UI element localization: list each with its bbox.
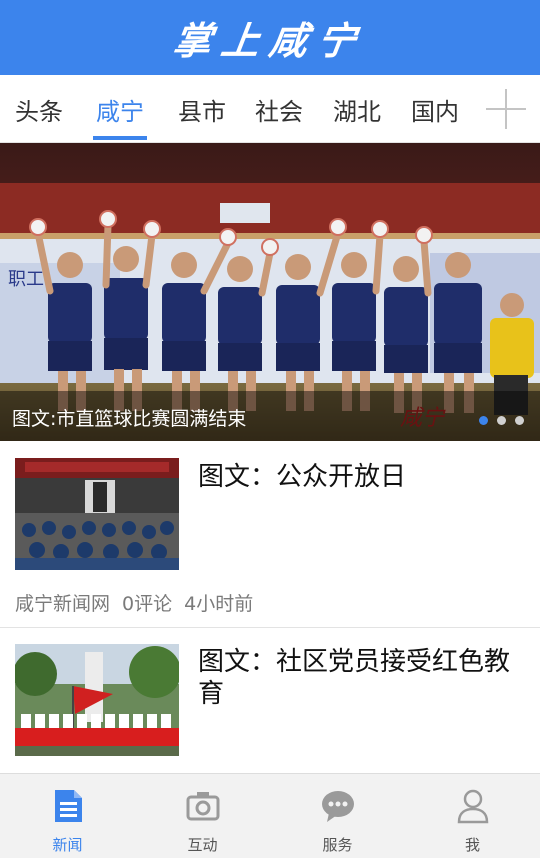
nav-label: 新闻	[52, 836, 83, 854]
svg-text:职工: 职工	[8, 269, 44, 290]
tab-shehui[interactable]: 社会	[243, 75, 315, 143]
news-icon	[54, 790, 82, 822]
nav-me[interactable]: 我	[405, 774, 540, 858]
add-channel-icon[interactable]	[486, 89, 526, 129]
carousel-dot[interactable]	[497, 416, 506, 425]
banner-carousel[interactable]: 职工 咸宁 图文:市直篮球比赛圆满结束	[0, 143, 540, 441]
nav-label: 互动	[187, 836, 218, 854]
carousel-dot[interactable]	[515, 416, 524, 425]
nav-label: 我	[464, 836, 480, 854]
tab-label: 头条	[15, 97, 63, 126]
bottom-nav: 新闻 互动 服务 我	[0, 773, 540, 858]
news-item[interactable]: 图文：公众开放日 咸宁新闻网 0评论 4小时前	[0, 441, 540, 627]
tab-label: 咸宁	[96, 97, 144, 126]
tab-xianshi[interactable]: 县市	[166, 75, 238, 143]
nav-news[interactable]: 新闻	[0, 774, 135, 858]
news-thumbnail	[15, 458, 179, 570]
nav-label: 服务	[322, 836, 353, 854]
tab-toutiao[interactable]: 头条	[0, 75, 78, 143]
news-item[interactable]: 图文：社区党员接受红色教育	[0, 628, 540, 773]
news-meta: 咸宁新闻网 0评论 4小时前	[15, 589, 265, 616]
news-title: 图文：公众开放日	[198, 462, 407, 492]
news-title: 图文：社区党员接受红色教育	[198, 647, 511, 709]
tab-label: 县市	[178, 97, 226, 126]
camera-icon	[186, 792, 219, 821]
tab-label: 国内	[411, 97, 459, 126]
banner-caption: 图文:市直篮球比赛圆满结束	[12, 408, 247, 430]
tab-hubei[interactable]: 湖北	[321, 75, 393, 143]
nav-service[interactable]: 服务	[270, 774, 405, 858]
app-header: 掌上咸宁	[0, 0, 540, 75]
carousel-dot[interactable]	[479, 416, 488, 425]
carousel-dots	[479, 416, 524, 425]
news-comments: 0评论	[122, 593, 173, 615]
news-time: 4小时前	[184, 593, 254, 615]
active-tab-indicator	[93, 136, 147, 140]
tab-label: 湖北	[333, 97, 381, 126]
chat-icon	[321, 791, 354, 822]
nav-interact[interactable]: 互动	[135, 774, 270, 858]
category-tabs: 头条 咸宁 县市 社会 湖北 国内	[0, 75, 540, 143]
tab-xianning[interactable]: 咸宁	[86, 75, 154, 143]
banner-caption-bar: 图文:市直篮球比赛圆满结束	[0, 391, 540, 441]
user-icon	[457, 789, 488, 824]
tab-guonei[interactable]: 国内	[399, 75, 471, 143]
news-source: 咸宁新闻网	[15, 593, 111, 615]
tab-label: 社会	[255, 97, 303, 126]
news-thumbnail	[15, 644, 179, 756]
app-logo: 掌上咸宁	[170, 18, 369, 63]
